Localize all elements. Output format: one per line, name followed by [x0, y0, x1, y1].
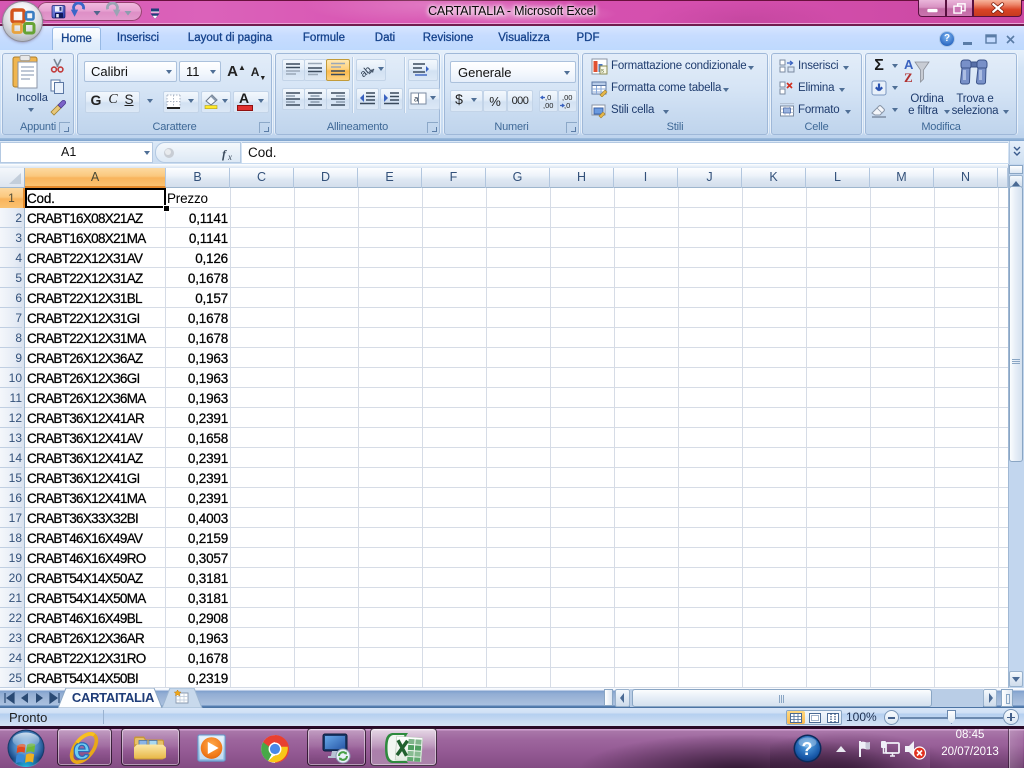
- svg-text:?: ?: [802, 739, 813, 759]
- svg-text:s: s: [601, 69, 604, 75]
- svg-text:,00: ,00: [543, 101, 553, 110]
- svg-text:a: a: [414, 95, 419, 104]
- svg-text:Z: Z: [904, 70, 913, 85]
- svg-text:f: f: [222, 147, 227, 161]
- svg-text:x: x: [227, 152, 232, 162]
